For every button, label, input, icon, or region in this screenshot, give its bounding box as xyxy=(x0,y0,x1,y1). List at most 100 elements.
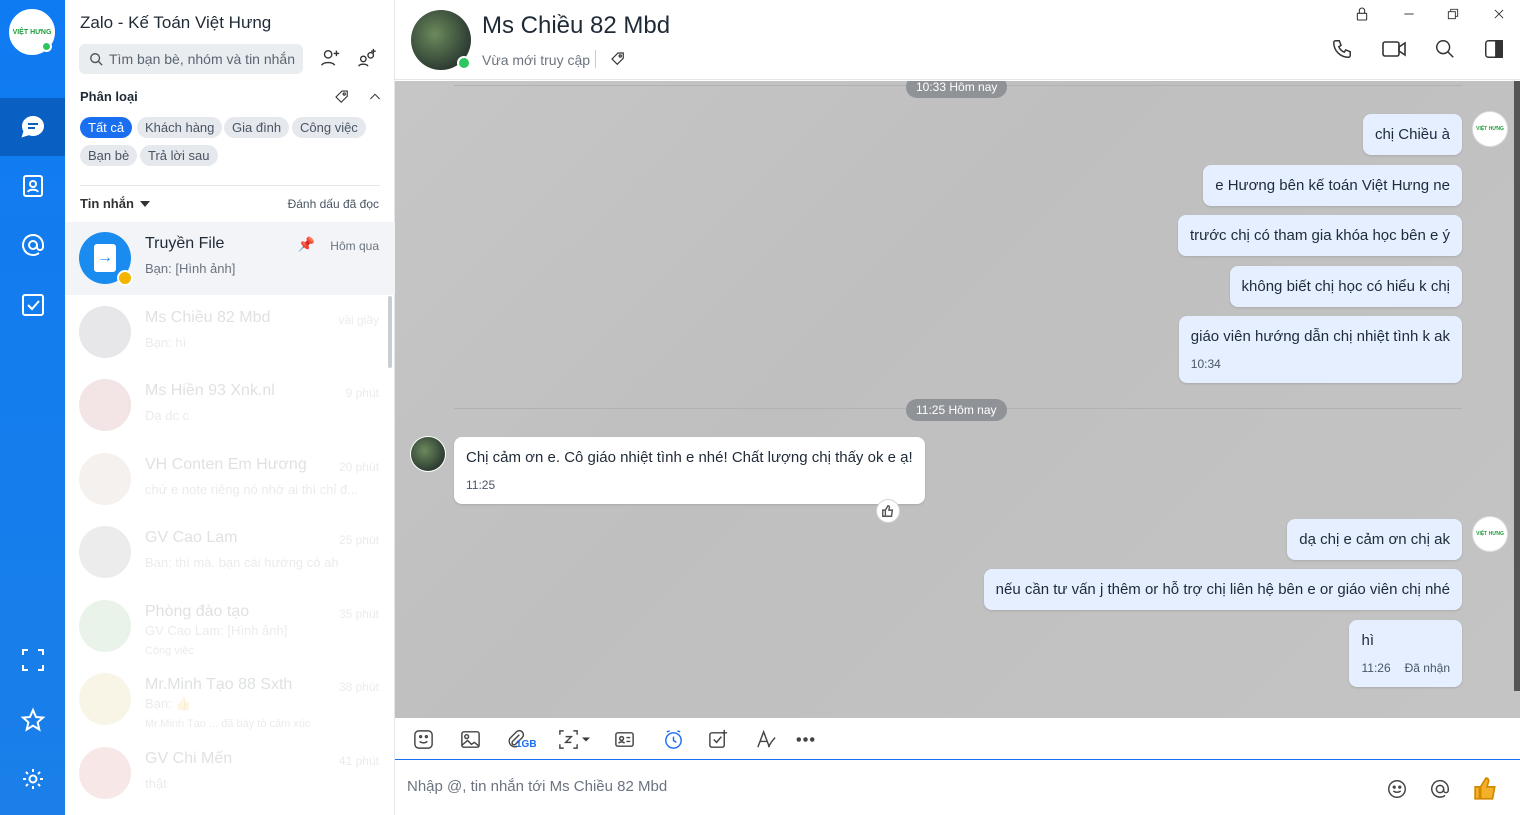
user-avatar[interactable]: VIỆT HƯNG xyxy=(9,9,55,55)
conversation-item[interactable]: Mr.Minh Tạo 88 Sxth 38 phút Bạn: 👍 Mr.Mi… xyxy=(65,663,395,736)
image-icon xyxy=(460,730,480,748)
message-text: giáo viên hướng dẫn chị nhiệt tình k ak xyxy=(1190,328,1450,345)
message-list[interactable]: 10:33 Hôm nay VIỆT HƯNG chị Chiều à e Hư… xyxy=(395,81,1520,718)
contacts-nav[interactable] xyxy=(0,157,65,215)
video-call-button[interactable] xyxy=(1380,36,1408,62)
conversation-item[interactable]: Ms Chiều 82 Mbd vài giây Bạn: hì xyxy=(65,296,395,369)
tag-icon xyxy=(611,52,624,66)
more-icon xyxy=(796,736,814,742)
chat-contact-name[interactable]: Ms Chiều 82 Mbd xyxy=(482,12,670,40)
compose-area xyxy=(395,761,1520,815)
message-input[interactable] xyxy=(407,778,1367,795)
search-icon xyxy=(1436,40,1454,58)
message-time: 11:25 xyxy=(466,478,496,492)
contact-avatar[interactable] xyxy=(411,10,471,70)
voice-call-button[interactable] xyxy=(1328,36,1356,62)
conversation-name: Phòng đào tạo xyxy=(145,603,250,620)
lock-button[interactable] xyxy=(1349,4,1375,24)
outgoing-message[interactable]: giáo viên hướng dẫn chị nhiệt tình k ak … xyxy=(1178,316,1462,383)
tag-button[interactable] xyxy=(609,50,627,71)
screenshot-nav[interactable] xyxy=(0,631,65,689)
outgoing-message[interactable]: nếu cần tư vấn j thêm or hỗ trợ chị liên… xyxy=(983,569,1462,610)
conversation-time: 41 phút xyxy=(338,754,379,768)
search-chat-button[interactable] xyxy=(1431,36,1459,62)
minimize-button[interactable] xyxy=(1396,4,1422,24)
chip-family[interactable]: Gia đình xyxy=(224,117,290,138)
conversation-snippet: Dạ dc c xyxy=(145,408,190,423)
settings-nav[interactable] xyxy=(0,750,65,808)
outgoing-message[interactable]: dạ chị e cảm ơn chị ak xyxy=(1287,519,1462,560)
add-friend-button[interactable] xyxy=(316,44,344,72)
favorites-nav[interactable] xyxy=(0,691,65,749)
chat-scrollbar[interactable] xyxy=(1514,81,1520,691)
contact-avatar xyxy=(79,673,131,725)
contact-avatar[interactable] xyxy=(410,436,446,472)
clock-icon xyxy=(664,729,682,749)
chip-work[interactable]: Công việc xyxy=(292,117,366,138)
outgoing-message[interactable]: trước chị có tham gia khóa học bên e ý xyxy=(1177,215,1462,256)
todo-nav[interactable] xyxy=(0,276,65,334)
contact-card-button[interactable] xyxy=(610,726,638,752)
more-options-button[interactable] xyxy=(791,726,819,752)
outgoing-message[interactable]: e Hương bên kế toán Việt Hưng ne xyxy=(1203,165,1462,206)
conversation-name: Truyền File xyxy=(145,235,225,252)
mark-read-link[interactable]: Đánh dấu đã đọc xyxy=(288,197,379,211)
conversation-snippet: Bạn: thì mà. bạn cái hướng có ah xyxy=(145,555,339,570)
conversation-item[interactable]: Phòng đào tạo 35 phút GV Cao Lam: [Hình … xyxy=(65,590,395,663)
nav-rail: VIỆT HƯNG xyxy=(0,0,65,815)
edit-category-button[interactable] xyxy=(328,83,356,111)
screenshot-button[interactable] xyxy=(555,726,593,752)
my-avatar-text: VIỆT HƯNG xyxy=(1476,531,1504,537)
divider xyxy=(80,185,380,186)
mention-button[interactable] xyxy=(1426,775,1454,803)
format-text-button[interactable] xyxy=(752,726,780,752)
incoming-message[interactable]: Chị cảm ơn e. Cô giáo nhiệt tình e nhé! … xyxy=(454,437,925,504)
category-heading: Phân loại xyxy=(80,89,138,104)
conversation-item[interactable]: VH Conten Em Hương 20 phút chứ e note ri… xyxy=(65,443,395,516)
chip-all[interactable]: Tất cả xyxy=(80,117,133,138)
quick-like-button[interactable] xyxy=(1472,775,1500,803)
outgoing-message[interactable]: không biết chị học có hiểu k chị xyxy=(1229,266,1462,307)
phone-icon xyxy=(1333,40,1351,58)
mentions-nav[interactable] xyxy=(0,216,65,274)
message-text: nếu cần tư vấn j thêm or hỗ trợ chị liên… xyxy=(995,581,1450,598)
minimize-icon xyxy=(1404,13,1414,15)
sticker-button[interactable] xyxy=(409,726,437,752)
emoji-button[interactable] xyxy=(1383,775,1411,803)
chip-reply-later[interactable]: Trả lời sau xyxy=(140,145,218,166)
conversation-snippet: GV Cao Lam: [Hình ảnh] xyxy=(145,623,288,638)
thumbs-up-icon xyxy=(1474,777,1496,800)
outgoing-message[interactable]: chị Chiều à xyxy=(1362,114,1462,155)
conversation-time: Hôm qua xyxy=(330,239,379,253)
at-sign-icon xyxy=(1431,779,1449,798)
conversation-name: VH Conten Em Hương xyxy=(145,456,307,473)
chevron-up-icon xyxy=(369,93,381,100)
create-group-button[interactable] xyxy=(353,44,381,72)
chip-customers[interactable]: Khách hàng xyxy=(137,117,223,138)
conversation-item[interactable]: Ms Hiền 93 Xnk.nl 9 phút Dạ dc c xyxy=(65,369,395,442)
restore-button[interactable] xyxy=(1440,4,1466,24)
react-button[interactable] xyxy=(876,499,900,523)
close-button[interactable] xyxy=(1486,4,1512,24)
chip-friends[interactable]: Bạn bè xyxy=(80,145,138,166)
contact-avatar xyxy=(79,306,131,358)
restore-icon xyxy=(1447,8,1459,20)
add-friend-icon xyxy=(321,49,340,66)
conversation-item[interactable]: GV Cao Lam 25 phút Bạn: thì mà. bạn cái … xyxy=(65,516,395,589)
caret-down-icon xyxy=(139,200,150,207)
attach-file-button[interactable]: 1GB xyxy=(501,726,537,752)
conversation-info-button[interactable] xyxy=(1480,36,1508,62)
messages-filter[interactable]: Tin nhắn xyxy=(80,196,150,211)
collapse-category-button[interactable] xyxy=(361,83,389,111)
assign-task-button[interactable] xyxy=(704,726,732,752)
reminder-button[interactable] xyxy=(659,726,687,752)
search-input[interactable] xyxy=(109,51,299,67)
divider xyxy=(595,50,596,68)
conversation-item[interactable]: GV Chi Mến 41 phút thật xyxy=(65,737,395,810)
search-box[interactable] xyxy=(79,44,303,74)
conversation-item[interactable]: → Truyền File 📌 Hôm qua Bạn: [Hình ảnh] xyxy=(65,222,395,295)
outgoing-message[interactable]: hì 11:26 Đã nhận xyxy=(1349,620,1462,687)
sidebar-scrollbar[interactable] xyxy=(388,296,392,368)
messages-nav[interactable] xyxy=(0,98,65,156)
image-button[interactable] xyxy=(456,726,484,752)
